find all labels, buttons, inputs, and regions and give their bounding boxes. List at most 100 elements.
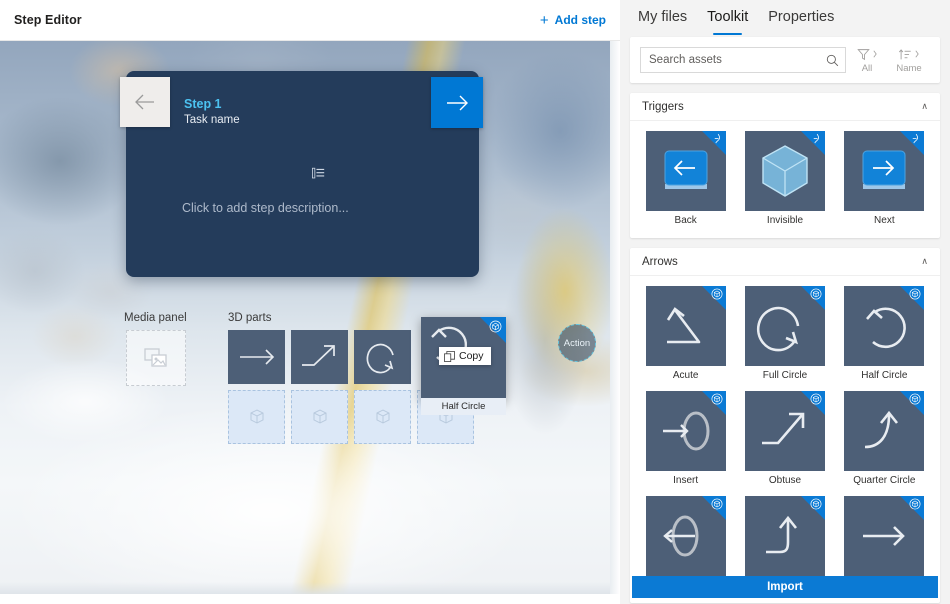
- cube-3d-icon: [909, 498, 921, 510]
- asset-trigger-invisible[interactable]: Invisible: [741, 131, 828, 226]
- asset-thumb: [744, 391, 825, 471]
- asset-arrow-half-circle[interactable]: Half Circle: [841, 286, 928, 381]
- toolkit-search-bar: All Name: [630, 37, 940, 83]
- filter-caption: All: [861, 63, 873, 74]
- section-triggers-header[interactable]: Triggers ∧: [630, 93, 940, 121]
- cube-3d-icon: [909, 288, 921, 300]
- chevron-right-icon: [872, 50, 877, 58]
- asset-arrow-quarter-circle[interactable]: Quarter Circle: [841, 391, 928, 486]
- arrow-left-icon: [135, 94, 154, 110]
- cube-3d-icon: [810, 498, 822, 510]
- add-step-button[interactable]: + Add step: [540, 13, 606, 28]
- asset-thumb: [844, 286, 925, 366]
- arrow-obtuse-icon: [301, 345, 335, 366]
- chevron-up-icon[interactable]: ∧: [921, 256, 928, 267]
- asset-thumb: [645, 391, 726, 471]
- import-button[interactable]: Import: [632, 576, 938, 598]
- part-slot-empty-1[interactable]: [228, 390, 285, 444]
- plus-icon: +: [539, 11, 549, 29]
- asset-arrow-acute[interactable]: Acute: [642, 286, 729, 381]
- chevron-up-icon[interactable]: ∧: [921, 101, 928, 112]
- step-task-name[interactable]: Task name: [184, 113, 240, 128]
- action-label: Action: [563, 337, 591, 349]
- next-trigger-button[interactable]: [431, 77, 483, 128]
- viewport-right-edge: [610, 41, 620, 594]
- asset-name: Acute: [672, 370, 699, 381]
- asset-name: Insert: [673, 475, 699, 486]
- part-slot-empty-3[interactable]: [354, 390, 411, 444]
- drag-copy-tooltip: Copy: [439, 347, 491, 365]
- app-root: Step Editor + Add step Step 1 Task name: [0, 0, 950, 604]
- arrow-straight-icon: [239, 349, 274, 365]
- asset-thumb: [844, 131, 925, 211]
- triggers-asset-grid: Back Invisible Next: [630, 121, 940, 238]
- parts-panel-label: 3D parts: [228, 312, 272, 324]
- sort-ascending-icon: [898, 48, 911, 59]
- cube-3d-icon: [711, 393, 723, 405]
- asset-thumb: [844, 391, 925, 471]
- asset-thumb: [645, 131, 726, 211]
- asset-thumb: [645, 286, 726, 366]
- section-arrows: Arrows ∧ Acute Full Circle Half Circle I…: [630, 248, 940, 603]
- media-panel-dropzone[interactable]: [126, 330, 186, 386]
- asset-trigger-next[interactable]: Next: [841, 131, 928, 226]
- dragged-asset-label: Half Circle: [441, 401, 486, 412]
- part-tile-full-circle[interactable]: [354, 330, 411, 384]
- toolkit-pane: My files Toolkit Properties Search asset…: [620, 0, 950, 604]
- step-description-placeholder[interactable]: Click to add step description...: [182, 201, 349, 215]
- filter-icon: [856, 48, 870, 60]
- cube-3d-icon: [810, 288, 822, 300]
- part-tile-obtuse[interactable]: [291, 330, 348, 384]
- section-arrows-header[interactable]: Arrows ∧: [630, 248, 940, 276]
- asset-thumb: [744, 496, 825, 576]
- dragged-asset-label-box: Half Circle: [421, 398, 506, 415]
- search-input[interactable]: [649, 54, 826, 66]
- asset-arrow-obtuse[interactable]: Obtuse: [741, 391, 828, 486]
- asset-arrow-insert[interactable]: Insert: [642, 391, 729, 486]
- trigger-badge-icon: [913, 133, 919, 144]
- cube-3d-icon: [810, 393, 822, 405]
- media-panel-label: Media panel: [124, 312, 187, 324]
- arrow-full-circle-icon: [366, 343, 394, 374]
- cube-placeholder-icon: [313, 409, 326, 424]
- trigger-badge-icon: [813, 133, 819, 144]
- asset-name: Full Circle: [762, 370, 808, 381]
- cube-placeholder-icon: [250, 409, 263, 424]
- filter-control[interactable]: All: [846, 46, 888, 74]
- image-placeholder-icon: [144, 348, 167, 367]
- chevron-right-icon: [915, 50, 919, 58]
- copy-icon: [444, 350, 455, 362]
- add-step-label: Add step: [554, 13, 606, 27]
- part-slot-empty-2[interactable]: [291, 390, 348, 444]
- sort-control[interactable]: Name: [888, 46, 930, 74]
- asset-trigger-back[interactable]: Back: [642, 131, 729, 226]
- asset-name: Quarter Circle: [853, 475, 916, 486]
- action-button[interactable]: Action: [558, 324, 596, 362]
- tab-toolkit[interactable]: Toolkit: [707, 9, 748, 35]
- tab-properties[interactable]: Properties: [768, 9, 834, 34]
- sort-caption: Name: [896, 63, 922, 74]
- asset-name: Next: [874, 215, 895, 226]
- cube-3d-icon: [711, 498, 723, 510]
- step-card[interactable]: Step 1 Task name Click to add step descr…: [126, 71, 596, 362]
- search-icon[interactable]: [826, 54, 839, 67]
- asset-name: Half Circle: [861, 370, 908, 381]
- part-tile-straight[interactable]: [228, 330, 285, 384]
- asset-arrow-full-circle[interactable]: Full Circle: [741, 286, 828, 381]
- asset-thumb: [744, 286, 825, 366]
- step-card-header: Step 1 Task name: [126, 71, 479, 128]
- tab-my-files[interactable]: My files: [638, 9, 687, 34]
- page-title: Step Editor: [14, 13, 82, 27]
- asset-thumb: [744, 131, 825, 211]
- cube-3d-icon: [489, 320, 502, 333]
- back-trigger-button[interactable]: [120, 77, 170, 127]
- step-number-label: Step 1: [184, 97, 222, 111]
- search-input-wrapper[interactable]: [640, 47, 846, 73]
- cube-3d-icon: [909, 393, 921, 405]
- asset-thumb: [844, 496, 925, 576]
- cube-3d-icon: [711, 288, 723, 300]
- trigger-badge-icon: [714, 133, 720, 144]
- asset-name: Back: [674, 215, 697, 226]
- cube-placeholder-icon: [376, 409, 389, 424]
- section-triggers: Triggers ∧ Back Invisible Next: [630, 93, 940, 238]
